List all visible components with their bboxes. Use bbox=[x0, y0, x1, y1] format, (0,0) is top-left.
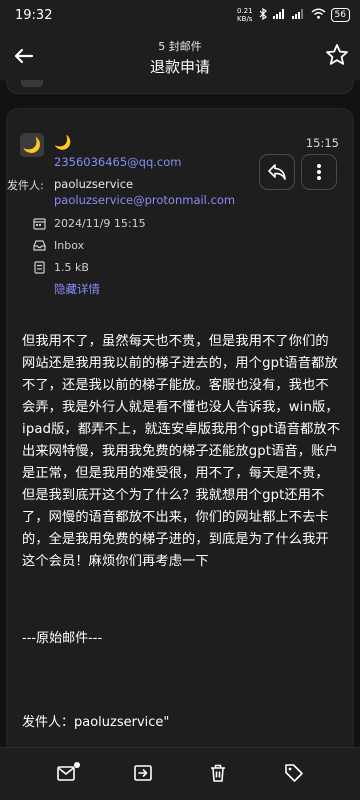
battery-indicator: 56 bbox=[330, 8, 350, 22]
reply-button[interactable] bbox=[259, 154, 295, 190]
message-scroll-area[interactable]: 🌙 🌙 2356036465@qq.com 15:15 发件人: paoluzs… bbox=[0, 80, 360, 748]
avatar: 🌙 bbox=[20, 133, 44, 157]
recipient-email[interactable]: paoluzservice@protonmail.com bbox=[54, 193, 235, 207]
recipient-name: paoluzservice bbox=[54, 177, 134, 191]
message-card: 🌙 🌙 2356036465@qq.com 15:15 发件人: paoluzs… bbox=[6, 108, 354, 748]
sender-name: 🌙 bbox=[54, 135, 72, 151]
message-body: 但我用不了，虽然每天也不贵，但是我用不了你们的网站还是我用我以前的梯子进去的，用… bbox=[22, 334, 341, 569]
move-to-folder-icon bbox=[134, 765, 152, 781]
delete-button[interactable] bbox=[207, 762, 229, 784]
date-row: 2024/11/9 15:15 bbox=[33, 217, 146, 230]
recipient-label: 发件人: bbox=[7, 179, 44, 192]
thread-title-group: 5 封邮件 退款申请 bbox=[0, 38, 360, 77]
hide-details-link[interactable]: 隐藏详情 bbox=[54, 281, 100, 297]
more-vertical-icon bbox=[317, 164, 321, 180]
label-button[interactable] bbox=[283, 762, 305, 784]
storage-icon bbox=[34, 261, 45, 274]
net-speed-unit: KB/s bbox=[237, 15, 253, 23]
status-icons: 0.21 KB/s 56 bbox=[237, 7, 350, 23]
unread-dot bbox=[74, 762, 80, 768]
wifi-icon bbox=[311, 8, 326, 22]
inbox-icon bbox=[33, 240, 46, 251]
size-row: 1.5 kB bbox=[33, 261, 89, 274]
message-folder: Inbox bbox=[54, 239, 85, 252]
message-size: 1.5 kB bbox=[54, 261, 89, 274]
sender-email[interactable]: 2356036465@qq.com bbox=[54, 155, 181, 169]
folder-row: Inbox bbox=[33, 239, 84, 252]
status-bar: 19:32 0.21 KB/s 56 bbox=[0, 0, 360, 32]
signal-icon bbox=[272, 8, 287, 22]
message-date: 2024/11/9 15:15 bbox=[54, 217, 146, 230]
app-bar: 5 封邮件 退款申请 bbox=[0, 32, 360, 80]
label-icon bbox=[285, 764, 303, 782]
page-title: 退款申请 bbox=[149, 58, 210, 76]
avatar-emoji: 🌙 bbox=[22, 136, 42, 154]
delete-icon bbox=[211, 764, 225, 782]
more-options-button[interactable] bbox=[301, 154, 337, 190]
net-speed-value: 0.21 bbox=[236, 7, 253, 15]
signal-icon-2 bbox=[291, 8, 306, 22]
previous-message-card[interactable] bbox=[6, 80, 354, 94]
original-message-from: 发件人：paoluzservice" bbox=[22, 715, 170, 730]
calendar-icon bbox=[33, 218, 46, 230]
original-message-separator: ---原始邮件--- bbox=[22, 631, 103, 646]
status-time: 19:32 bbox=[15, 8, 53, 23]
bluetooth-icon bbox=[258, 7, 268, 23]
message-count: 5 封邮件 bbox=[158, 40, 202, 53]
star-button[interactable] bbox=[324, 42, 350, 68]
message-time: 15:15 bbox=[305, 136, 339, 150]
previous-avatar bbox=[21, 80, 43, 87]
reply-icon bbox=[268, 164, 286, 180]
star-icon bbox=[326, 44, 348, 65]
bottom-action-bar bbox=[0, 747, 360, 800]
move-button[interactable] bbox=[132, 762, 154, 784]
net-speed: 0.21 KB/s bbox=[237, 7, 253, 23]
